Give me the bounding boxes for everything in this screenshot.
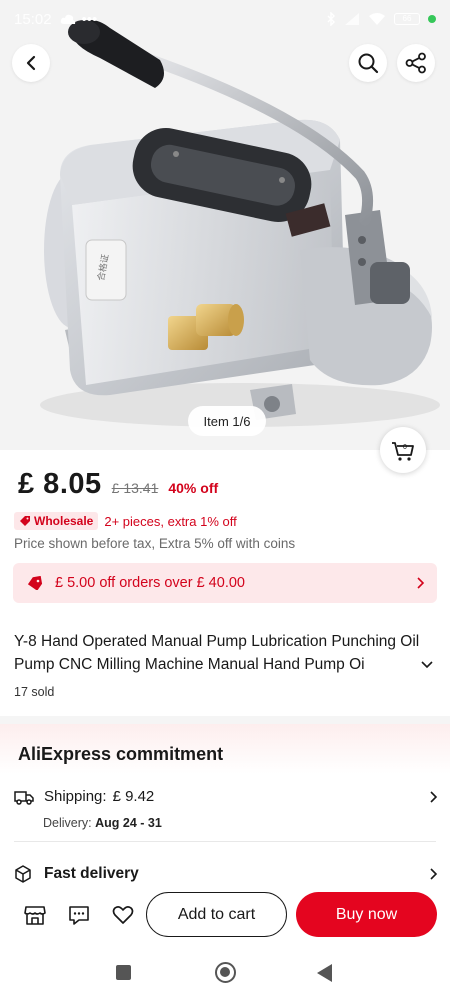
chevron-down-icon[interactable] (420, 660, 434, 670)
system-back-button[interactable] (317, 964, 332, 982)
current-price: £ 8.05 (18, 468, 102, 500)
store-button[interactable] (22, 902, 48, 928)
home-button[interactable] (215, 962, 236, 983)
shipping-label: Shipping: (44, 788, 107, 805)
product-title[interactable]: Y-8 Hand Operated Manual Pump Lubricatio… (14, 630, 434, 676)
shipping-value: £ 9.42 (112, 788, 155, 805)
cart-badge: 0 (403, 444, 407, 451)
floating-cart-button[interactable]: 0 (380, 427, 426, 473)
bottom-action-bar: Add to cart Buy now (0, 885, 450, 945)
wholesale-offer: 2+ pieces, extra 1% off (104, 513, 237, 529)
commitment-section: AliExpress commitment Shipping: £ 9.42 D… (0, 724, 450, 884)
box-icon (15, 865, 31, 883)
recent-apps-button[interactable] (116, 965, 131, 980)
status-time: 15:02 (14, 10, 52, 28)
wholesale-label: Wholesale (34, 514, 94, 528)
back-icon (26, 55, 36, 71)
chevron-right-icon (417, 577, 425, 589)
sold-count: 17 sold (14, 685, 55, 699)
commitment-title: AliExpress commitment (18, 744, 224, 764)
buy-now-button[interactable]: Buy now (296, 892, 437, 937)
battery-icon: 66 (394, 13, 420, 25)
search-icon (358, 53, 379, 74)
discount-badge: 40% off (168, 480, 219, 496)
back-button[interactable] (12, 44, 50, 82)
chevron-right-icon (430, 868, 438, 880)
delivery-row: Delivery: Aug 24 - 31 (43, 816, 162, 830)
search-button[interactable] (349, 44, 387, 82)
status-bar: 15:02 ••• 66 (0, 0, 450, 38)
chat-icon (69, 906, 89, 925)
notification-icons: ••• (60, 10, 98, 28)
share-button[interactable] (397, 44, 435, 82)
product-image-gallery[interactable]: 合格证 15:02 ••• 66 Item 1/6 (0, 0, 450, 450)
chat-button[interactable] (66, 902, 92, 928)
shipping-row[interactable]: Shipping: £ 9.42 (14, 788, 438, 805)
fast-delivery-label: Fast delivery (44, 865, 139, 882)
system-navigation-bar (0, 945, 450, 1000)
cloud-icon (60, 14, 75, 24)
heart-icon (112, 906, 134, 924)
delivery-label: Delivery: (43, 816, 92, 830)
tag-icon (20, 516, 30, 526)
bluetooth-icon (327, 12, 335, 26)
wholesale-row: Wholesale 2+ pieces, extra 1% off (14, 512, 237, 530)
gallery-counter: Item 1/6 (188, 406, 266, 436)
truck-icon (14, 790, 34, 805)
store-icon (24, 906, 46, 925)
coupon-banner[interactable]: £ 5.00 off orders over £ 40.00 (13, 563, 437, 603)
delivery-date: Aug 24 - 31 (95, 816, 162, 830)
share-icon (405, 52, 426, 74)
status-dot (428, 15, 436, 23)
wishlist-button[interactable] (110, 902, 136, 928)
more-notifications-icon: ••• (81, 10, 98, 28)
coupon-text: £ 5.00 off orders over £ 40.00 (55, 575, 245, 591)
price-row: £ 8.05 £ 13.41 40% off (18, 468, 218, 501)
status-right-icons: 66 (326, 12, 436, 26)
coupon-icon (27, 576, 43, 590)
signal-icon (345, 13, 359, 25)
wifi-icon (369, 13, 385, 25)
wholesale-tag: Wholesale (14, 512, 99, 530)
fast-delivery-row[interactable]: Fast delivery (14, 865, 438, 883)
chevron-right-icon (430, 790, 438, 803)
commitment-divider (14, 841, 436, 842)
cart-icon: 0 (392, 442, 414, 461)
section-divider (0, 716, 450, 724)
add-to-cart-button[interactable]: Add to cart (146, 892, 287, 937)
tax-note: Price shown before tax, Extra 5% off wit… (14, 536, 296, 551)
original-price: £ 13.41 (111, 480, 159, 496)
